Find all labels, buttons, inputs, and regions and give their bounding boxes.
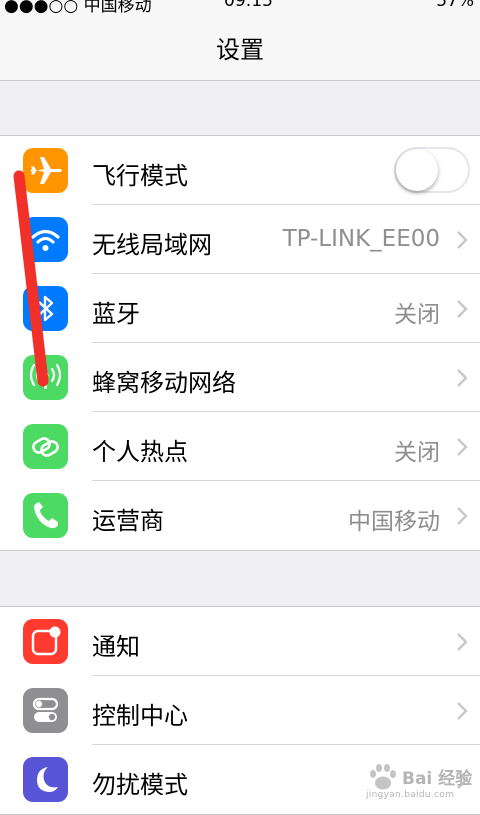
carrier-setting-label: 运营商 (92, 507, 164, 535)
battery-percentage: 57% (436, 0, 474, 11)
settings-row-wifi[interactable]: 无线局域网 TP-LINK_EE00 (0, 205, 480, 274)
settings-group-system: 通知 控制中心 勿扰模式 (0, 606, 480, 815)
moon-icon (23, 757, 68, 802)
settings-row-bluetooth[interactable]: 蓝牙 关闭 (0, 274, 480, 343)
settings-row-do-not-disturb[interactable]: 勿扰模式 (0, 745, 480, 814)
status-time: 09:15 (224, 0, 273, 11)
control-center-icon (23, 688, 68, 733)
personal-hotspot-label: 个人热点 (92, 438, 188, 466)
settings-group-connectivity: 飞行模式 无线局域网 TP-LINK_EE00 蓝牙 关闭 蜂窝移动网络 个人热… (0, 135, 480, 551)
wifi-label: 无线局域网 (92, 231, 212, 259)
chevron-right-icon (457, 369, 468, 387)
settings-row-cellular[interactable]: 蜂窝移动网络 (0, 343, 480, 412)
chevron-right-icon (457, 231, 468, 249)
navigation-bar: ●●●○○ 中国移动 09:15 57% 设置 (0, 0, 480, 81)
toggle-knob (396, 149, 438, 191)
settings-row-notifications[interactable]: 通知 (0, 607, 480, 676)
chevron-right-icon (457, 633, 468, 651)
airplane-mode-label: 飞行模式 (92, 162, 188, 190)
chevron-right-icon (457, 507, 468, 525)
chevron-right-icon (457, 438, 468, 456)
carrier-setting-value: 中国移动 (348, 509, 440, 535)
bluetooth-label: 蓝牙 (92, 300, 140, 328)
settings-row-carrier[interactable]: 运营商 中国移动 (0, 481, 480, 550)
settings-row-personal-hotspot[interactable]: 个人热点 关闭 (0, 412, 480, 481)
cellular-label: 蜂窝移动网络 (92, 369, 236, 397)
bluetooth-icon (23, 286, 68, 331)
phone-icon (23, 493, 68, 538)
wifi-icon (23, 217, 68, 262)
chevron-right-icon (457, 702, 468, 720)
settings-row-control-center[interactable]: 控制中心 (0, 676, 480, 745)
cellular-antenna-icon (23, 355, 68, 400)
airplane-mode-toggle[interactable] (394, 147, 470, 193)
bluetooth-status-value: 关闭 (394, 302, 440, 328)
wifi-network-value: TP-LINK_EE00 (282, 226, 440, 252)
personal-hotspot-status-value: 关闭 (394, 440, 440, 466)
settings-row-airplane-mode: 飞行模式 (0, 136, 480, 205)
airplane-icon (23, 148, 68, 193)
hotspot-link-icon (23, 424, 68, 469)
notifications-label: 通知 (92, 633, 140, 661)
notification-icon (23, 619, 68, 664)
carrier-label: ●●●○○ 中国移动 (4, 0, 152, 14)
do-not-disturb-label: 勿扰模式 (92, 771, 188, 799)
status-bar: ●●●○○ 中国移动 09:15 57% (0, 0, 480, 14)
chevron-right-icon (457, 771, 468, 789)
chevron-right-icon (457, 300, 468, 318)
page-title: 设置 (216, 36, 264, 64)
control-center-label: 控制中心 (92, 702, 188, 730)
